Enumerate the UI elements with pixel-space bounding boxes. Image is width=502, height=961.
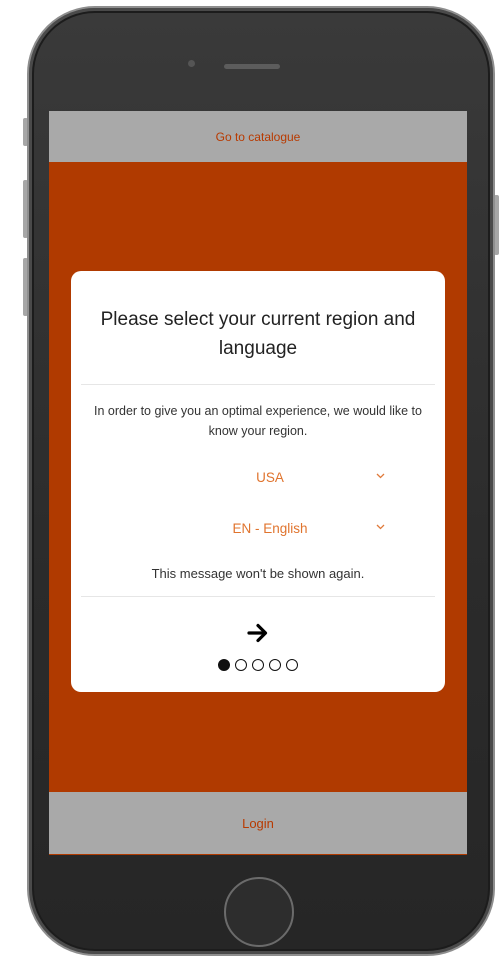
- pager-dot[interactable]: [218, 659, 230, 671]
- app-screen: Go to catalogue Please select your curre…: [49, 111, 467, 855]
- pager-dot[interactable]: [235, 659, 247, 671]
- page-indicator: [208, 657, 308, 673]
- next-button[interactable]: [238, 618, 278, 648]
- catalogue-bar[interactable]: Go to catalogue: [49, 111, 467, 162]
- dialog-note: This message won't be shown again.: [151, 566, 365, 581]
- home-button[interactable]: [224, 877, 294, 947]
- chevron-down-icon: [374, 472, 386, 482]
- region-language-dialog: Please select your current region and la…: [71, 271, 445, 692]
- language-select-value: EN - English: [232, 520, 308, 536]
- region-select[interactable]: USA: [166, 465, 386, 489]
- pager-dot[interactable]: [286, 659, 298, 671]
- region-select-value: USA: [256, 469, 284, 485]
- dialog-description: In order to give you an optimal experien…: [94, 404, 422, 438]
- front-camera: [188, 60, 195, 67]
- go-to-catalogue-link[interactable]: Go to catalogue: [216, 130, 301, 144]
- earpiece-speaker: [224, 64, 280, 69]
- pager-dot[interactable]: [269, 659, 281, 671]
- login-button[interactable]: Login: [242, 816, 274, 831]
- title-divider: [81, 384, 435, 385]
- login-bar[interactable]: Login: [49, 792, 467, 854]
- language-select[interactable]: EN - English: [166, 516, 386, 540]
- dialog-title: Please select your current region and la…: [100, 309, 416, 359]
- chevron-down-icon: [374, 523, 386, 533]
- pager-dot[interactable]: [252, 659, 264, 671]
- arrow-right-icon: [247, 623, 268, 643]
- note-divider: [81, 596, 435, 597]
- device-mockup: Go to catalogue Please select your curre…: [0, 0, 502, 961]
